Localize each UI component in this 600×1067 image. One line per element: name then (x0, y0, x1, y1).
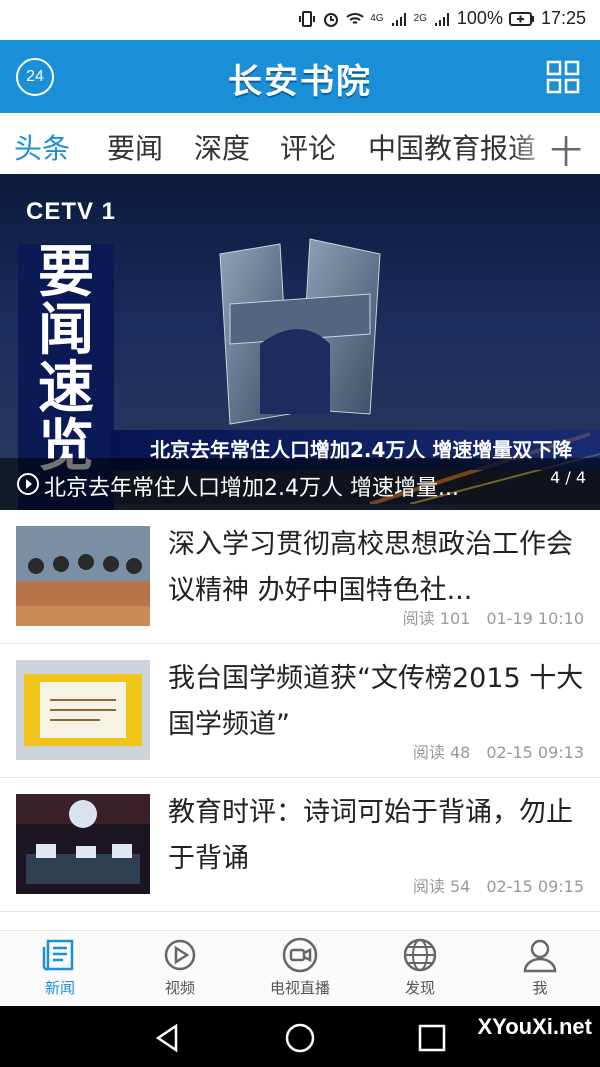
nav-discover[interactable]: 发现 (360, 937, 480, 998)
video-camera-icon (282, 937, 318, 973)
tab-depth[interactable]: 深度 (194, 127, 250, 167)
publish-time: 01-19 10:10 (486, 609, 584, 628)
watermark-text: XYouXi.net (477, 1014, 593, 1039)
tab-headlines[interactable]: 头条 (14, 127, 70, 167)
nav-news-label: 新闻 (44, 979, 75, 997)
battery-percent: 100% (456, 8, 503, 28)
nav-me[interactable]: 我 (480, 937, 600, 998)
read-count: 阅读 101 (402, 609, 471, 628)
building-image (219, 238, 381, 425)
grid-menu-icon[interactable] (546, 60, 580, 94)
side-title-char: 速 (38, 356, 94, 421)
network-4g: 4G (370, 13, 384, 24)
read-count: 阅读 48 (412, 743, 471, 762)
list-item[interactable]: 我台国学频道获“文传榜2015 十大国学频道” 阅读 48 02-15 09:13 (0, 644, 600, 778)
nav-news[interactable]: 新闻 (0, 937, 120, 998)
side-title-char: 闻 (38, 298, 94, 363)
signal-icon-2 (434, 12, 449, 26)
status-icons: 4G 2G 100% 17:25 (298, 8, 586, 29)
system-nav-bar: XYouXi.net (0, 1006, 600, 1067)
news-thumbnail (16, 794, 150, 894)
vibrate-icon (299, 10, 316, 27)
news-thumbnail (16, 660, 150, 760)
newspaper-icon (42, 939, 74, 971)
news-title: 我台国学频道获“文传榜2015 十大国学频道” (168, 663, 584, 740)
nav-me-label: 我 (532, 979, 548, 997)
banner-pager: 4 / 4 (550, 468, 586, 487)
read-count: 阅读 54 (412, 877, 471, 896)
featured-banner[interactable]: CETV 1 要 闻 速 览 北京去年常住人口增加2.4万人 增速增量双下降 北… (0, 174, 600, 510)
play-icon (17, 473, 39, 495)
logo-text: 长安书院 (228, 62, 372, 102)
alarm-icon (324, 12, 339, 27)
news-title: 深入学习贯彻高校思想政治工作会议精神 办好中国特色社... (168, 529, 573, 606)
list-item[interactable]: 教育时评：诗词可始于背诵，勿止于背诵 阅读 54 02-15 09:15 (0, 778, 600, 912)
list-item[interactable]: 深入学习贯彻高校思想政治工作会议精神 办好中国特色社... 阅读 101 01-1… (0, 510, 600, 644)
recents-icon[interactable] (414, 1020, 450, 1056)
person-icon (523, 939, 557, 973)
home-icon[interactable] (282, 1020, 318, 1056)
news-meta: 阅读 54 02-15 09:15 (413, 873, 584, 897)
banner-caption: 北京去年常住人口增加2.4万人 增速增量... 4 / 4 (0, 458, 600, 510)
app-header: 24 长安书院 (0, 40, 600, 113)
globe-icon (403, 938, 437, 972)
category-tabs: 头条 要闻 深度 评论 中国教育报道 十 (0, 113, 600, 175)
news-list: 深入学习贯彻高校思想政治工作会议精神 办好中国特色社... 阅读 101 01-1… (0, 510, 600, 912)
bottom-nav: 新闻 视频 电视直播 发现 我 (0, 930, 600, 1007)
network-2g: 2G (413, 13, 427, 24)
nav-live-tv[interactable]: 电视直播 (240, 937, 360, 998)
tab-major-news[interactable]: 要闻 (107, 127, 163, 167)
nav-live-tv-label: 电视直播 (269, 979, 330, 997)
add-channel-icon[interactable]: 十 (550, 127, 582, 173)
app-logo: 长安书院 (0, 54, 600, 103)
play-circle-icon (164, 939, 196, 971)
nav-discover-label: 发现 (404, 979, 435, 997)
nav-video-label: 视频 (164, 979, 195, 997)
battery-icon (508, 11, 534, 26)
publish-time: 02-15 09:13 (486, 743, 584, 762)
nav-video[interactable]: 视频 (120, 937, 240, 998)
wifi-icon (346, 12, 364, 24)
publish-time: 02-15 09:15 (486, 877, 584, 896)
signal-icon (391, 12, 406, 26)
news-meta: 阅读 101 01-19 10:10 (403, 605, 584, 629)
news-meta: 阅读 48 02-15 09:13 (413, 739, 584, 763)
tab-commentary[interactable]: 评论 (280, 127, 336, 167)
news-thumbnail (16, 526, 150, 626)
status-bar: 4G 2G 100% 17:25 (0, 0, 600, 40)
news-title: 教育时评：诗词可始于背诵，勿止于背诵 (168, 797, 573, 874)
clock: 17:25 (540, 8, 586, 28)
side-title-char: 要 (38, 240, 94, 305)
channel-logo: CETV 1 (26, 198, 117, 225)
banner-caption-text: 北京去年常住人口增加2.4万人 增速增量... (44, 476, 459, 501)
back-icon[interactable] (150, 1020, 186, 1056)
